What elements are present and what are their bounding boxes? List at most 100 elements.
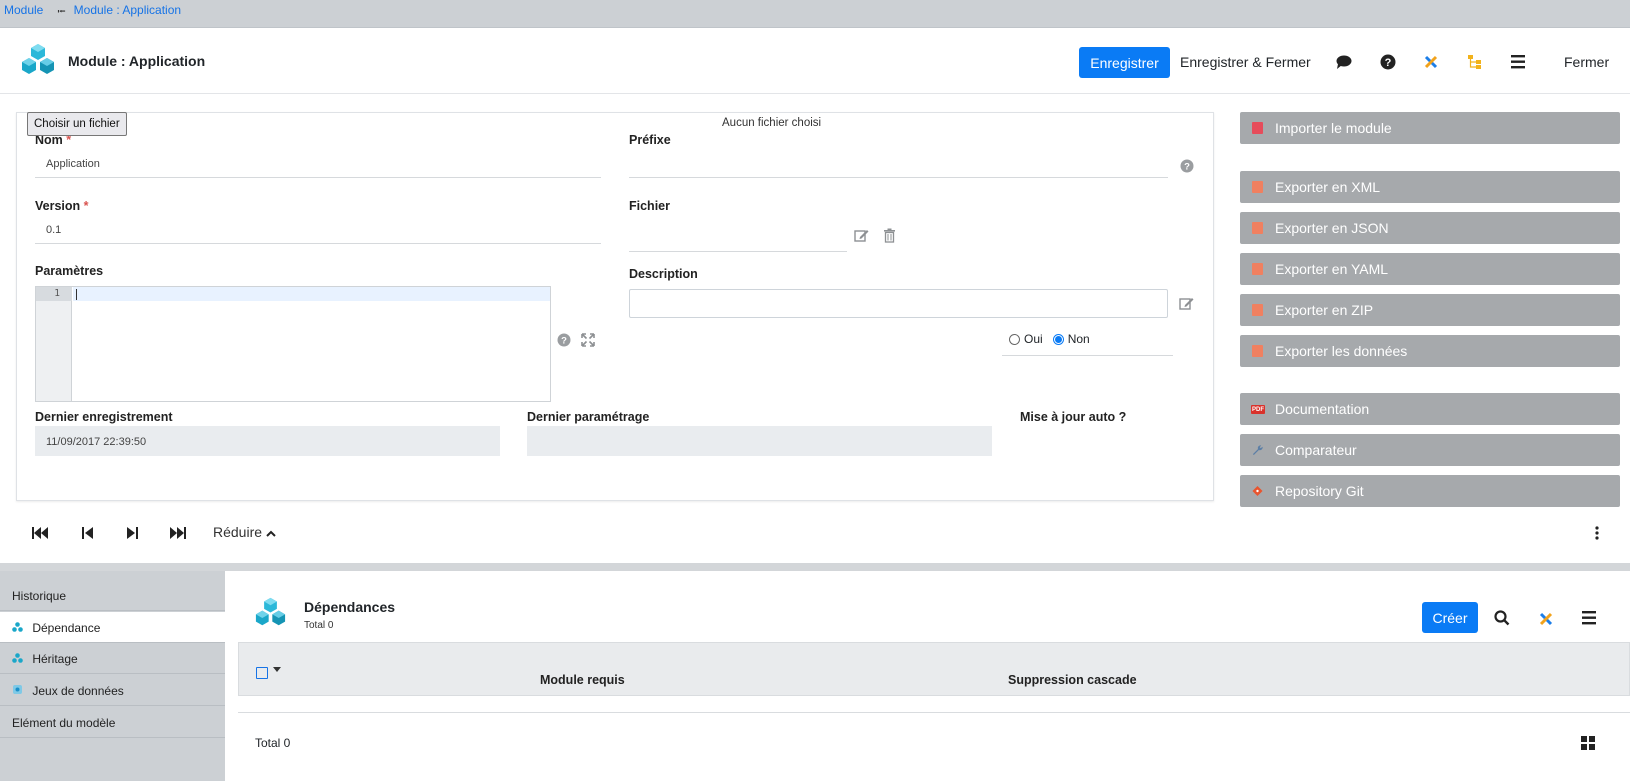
comment-icon[interactable] bbox=[1334, 52, 1354, 72]
parametres-label: Paramètres bbox=[35, 264, 104, 278]
version-label: Version * bbox=[35, 199, 89, 213]
more-options-icon[interactable] bbox=[1592, 521, 1602, 545]
previous-record-icon[interactable] bbox=[77, 521, 97, 545]
pdf-icon: PDF bbox=[1251, 405, 1265, 414]
export-icon bbox=[1252, 345, 1263, 357]
export-xml-button[interactable]: Exporter en XML bbox=[1240, 171, 1620, 203]
dernier-enregistrement-label: Dernier enregistrement bbox=[35, 410, 173, 424]
fichier-underline bbox=[629, 251, 847, 252]
create-button[interactable]: Créer bbox=[1422, 602, 1478, 633]
last-record-icon[interactable] bbox=[168, 521, 188, 545]
search-icon[interactable] bbox=[1492, 608, 1512, 628]
sidebar-item-label: Dépendance bbox=[32, 621, 101, 635]
edit-description-icon[interactable] bbox=[1178, 295, 1194, 311]
dernier-enregistrement-field: 11/09/2017 22:39:50 bbox=[35, 426, 500, 456]
save-and-close-button[interactable]: Enregistrer & Fermer bbox=[1180, 54, 1311, 70]
breadcrumb-current-link[interactable]: Module : Application bbox=[74, 3, 181, 17]
module-form: Nom * Application Préfixe ? Version * 0.… bbox=[16, 112, 1214, 501]
description-input[interactable] bbox=[629, 289, 1168, 318]
export-icon bbox=[1252, 222, 1263, 234]
caret-down-icon[interactable] bbox=[273, 667, 281, 672]
wrench-icon bbox=[1252, 445, 1263, 456]
parametres-code-editor[interactable]: 1 bbox=[35, 286, 551, 402]
page-title: Module : Application bbox=[68, 53, 206, 69]
panel-splitter[interactable] bbox=[0, 563, 1630, 571]
fichier-label: Fichier bbox=[629, 199, 670, 213]
grid-view-icon[interactable] bbox=[1578, 733, 1598, 753]
git-icon bbox=[1252, 485, 1263, 497]
close-button[interactable]: Fermer bbox=[1564, 54, 1609, 70]
file-status-text: Aucun fichier choisi bbox=[722, 117, 822, 129]
module-small-icon bbox=[12, 653, 23, 663]
comparateur-button[interactable]: Comparateur bbox=[1240, 434, 1620, 466]
svg-text:?: ? bbox=[1184, 162, 1190, 173]
column-suppression-cascade[interactable]: Suppression cascade bbox=[1008, 673, 1137, 687]
radio-oui[interactable] bbox=[1009, 333, 1020, 345]
export-zip-button[interactable]: Exporter en ZIP bbox=[1240, 294, 1620, 326]
sidebar-item-element-du-modele[interactable]: Elément du modèle bbox=[0, 707, 225, 738]
radio-oui-label: Oui bbox=[1024, 332, 1043, 346]
menu-icon[interactable] bbox=[1580, 608, 1600, 628]
radio-non[interactable] bbox=[1052, 333, 1064, 345]
editor-gutter bbox=[36, 287, 72, 401]
reduce-button[interactable]: Réduire bbox=[213, 524, 276, 540]
tools-icon[interactable] bbox=[1421, 52, 1441, 72]
edit-file-icon[interactable] bbox=[853, 227, 869, 243]
sidebar-item-label: Elément du modèle bbox=[12, 716, 116, 730]
nom-field[interactable]: Application bbox=[35, 148, 601, 178]
svg-text:?: ? bbox=[1385, 57, 1392, 69]
choose-file-button[interactable]: Choisir un fichier bbox=[27, 112, 127, 136]
breadcrumb-arrow-icon: ⭰ bbox=[57, 6, 66, 18]
editor-cursor bbox=[76, 289, 77, 300]
grid-header bbox=[238, 642, 1630, 696]
hierarchy-icon[interactable] bbox=[1465, 52, 1485, 72]
grid-divider bbox=[238, 712, 1630, 713]
chevron-up-icon bbox=[266, 530, 276, 537]
panel-logo-icon bbox=[255, 597, 286, 626]
dernier-parametrage-field bbox=[527, 426, 992, 456]
documentation-label: Documentation bbox=[1275, 401, 1370, 417]
sidebar-item-dependance[interactable]: Dépendance bbox=[0, 612, 225, 643]
documentation-button[interactable]: PDF Documentation bbox=[1240, 393, 1620, 425]
editor-line-number: 1 bbox=[36, 287, 72, 301]
dernier-parametrage-label: Dernier paramétrage bbox=[527, 410, 650, 424]
radio-non-label: Non bbox=[1067, 332, 1090, 346]
export-data-button[interactable]: Exporter les données bbox=[1240, 335, 1620, 367]
parametres-help-icon[interactable]: ? bbox=[556, 332, 572, 348]
sidebar-item-heritage[interactable]: Héritage bbox=[0, 643, 225, 674]
tools-icon[interactable] bbox=[1536, 609, 1556, 629]
delete-file-icon[interactable] bbox=[881, 227, 897, 243]
select-all-checkbox[interactable] bbox=[256, 667, 268, 679]
module-small-icon bbox=[12, 622, 23, 632]
version-field[interactable]: 0.1 bbox=[35, 214, 601, 244]
breadcrumb-root-link[interactable]: Module bbox=[4, 3, 43, 17]
prefixe-field[interactable] bbox=[629, 148, 1168, 178]
expand-icon[interactable] bbox=[580, 332, 596, 348]
import-module-button[interactable]: Importer le module bbox=[1240, 112, 1620, 144]
prefixe-help-icon[interactable]: ? bbox=[1179, 158, 1195, 174]
next-record-icon[interactable] bbox=[122, 521, 142, 545]
import-icon bbox=[1252, 122, 1263, 134]
import-module-label: Importer le module bbox=[1275, 120, 1392, 136]
first-record-icon[interactable] bbox=[30, 521, 50, 545]
module-logo-icon bbox=[22, 44, 54, 74]
sidebar-item-label: Héritage bbox=[32, 652, 78, 666]
export-icon bbox=[1252, 263, 1263, 275]
help-icon[interactable]: ? bbox=[1378, 52, 1398, 72]
sidebar-item-historique[interactable]: Historique bbox=[0, 580, 225, 611]
export-yaml-button[interactable]: Exporter en YAML bbox=[1240, 253, 1620, 285]
comparateur-label: Comparateur bbox=[1275, 442, 1357, 458]
export-yaml-label: Exporter en YAML bbox=[1275, 261, 1389, 277]
export-json-button[interactable]: Exporter en JSON bbox=[1240, 212, 1620, 244]
form-header: Module : Application Enregistrer Enregis… bbox=[0, 29, 1630, 94]
panel-title: Dépendances bbox=[304, 599, 396, 615]
mise-a-jour-radio-group: Oui Non bbox=[1009, 332, 1090, 346]
sidebar-item-label: Jeux de données bbox=[32, 684, 124, 698]
repository-git-button[interactable]: Repository Git bbox=[1240, 475, 1620, 507]
sidebar-item-jeux-de-donnees[interactable]: Jeux de données bbox=[0, 675, 225, 706]
menu-icon[interactable] bbox=[1509, 52, 1529, 72]
grid-footer-total: Total 0 bbox=[255, 736, 291, 750]
column-module-requis[interactable]: Module requis bbox=[540, 673, 625, 687]
export-icon bbox=[1252, 181, 1263, 193]
save-button[interactable]: Enregistrer bbox=[1079, 47, 1170, 78]
